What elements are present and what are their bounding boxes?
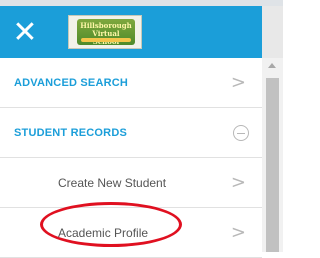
menu-item-label: Academic Profile	[58, 226, 149, 240]
logo-text: Hillsborough Virtual School	[79, 22, 133, 46]
logo-swoosh	[81, 38, 131, 42]
chevron-right-icon: >	[230, 172, 246, 193]
header-background-edge	[262, 6, 283, 58]
menu-item-label: Create New Student	[58, 176, 167, 190]
logo-mark: Hillsborough Virtual School	[77, 19, 135, 46]
menu-item-create-new-student[interactable]: Create New Student >	[0, 158, 262, 208]
scrollbar-thumb[interactable]	[266, 78, 279, 252]
chevron-right-icon: >	[230, 222, 246, 243]
menu-item-academic-profile[interactable]: Academic Profile >	[0, 208, 262, 258]
menu-item-label: ADVANCED SEARCH	[14, 77, 129, 89]
menu-item-advanced-search[interactable]: ADVANCED SEARCH >	[0, 58, 262, 108]
scrollbar[interactable]	[262, 58, 283, 252]
chevron-right-icon: >	[230, 72, 246, 93]
app-header: ✕ Hillsborough Virtual School	[0, 6, 283, 58]
school-logo[interactable]: Hillsborough Virtual School	[68, 15, 142, 49]
menu-section-student-records[interactable]: STUDENT RECORDS	[0, 108, 262, 158]
side-menu: ADVANCED SEARCH > STUDENT RECORDS Create…	[0, 58, 262, 258]
close-icon[interactable]: ✕	[10, 18, 40, 48]
scroll-up-arrow-icon[interactable]	[268, 63, 276, 68]
menu-section-label: STUDENT RECORDS	[14, 127, 128, 139]
collapse-minus-icon[interactable]	[233, 125, 249, 141]
